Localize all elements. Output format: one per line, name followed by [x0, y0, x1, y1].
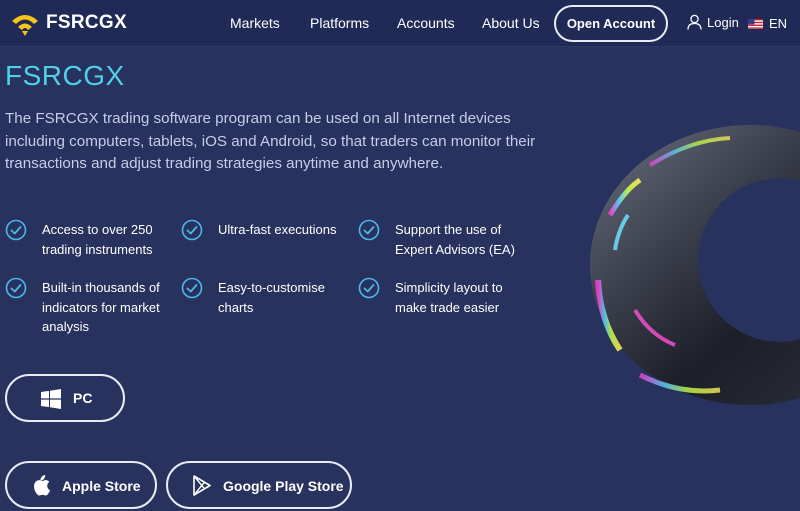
page-title: FSRCGX: [5, 60, 125, 91]
feature-line: make trade easier: [395, 299, 500, 315]
login-link[interactable]: Login: [687, 14, 739, 30]
feature-line: Support the use of: [395, 222, 502, 237]
feature-line: indicators for market: [42, 299, 160, 315]
feature-line: trading instruments: [42, 241, 153, 257]
pc-label: PC: [73, 390, 93, 406]
nav-markets[interactable]: Markets: [230, 15, 280, 31]
check-circle-icon: [181, 219, 203, 241]
language-selector[interactable]: EN: [748, 16, 787, 31]
feature-executions: Ultra-fast executions: [218, 220, 337, 240]
hero-description: The FSRCGX trading software program can …: [5, 110, 536, 172]
apple-store-button[interactable]: Apple Store: [5, 461, 157, 509]
feature-expert-advisors: Support the use of Expert Advisors (EA): [395, 220, 515, 259]
login-label: Login: [707, 14, 739, 30]
feature-indicators: Built-in thousands of indicators for mar…: [42, 278, 160, 337]
decorative-torus-image: [590, 125, 800, 405]
brand-name: FSRCGX: [46, 12, 127, 33]
feature-line: Built-in thousands of: [42, 280, 160, 295]
nav-about-us[interactable]: About Us: [482, 15, 540, 31]
feature-simplicity: Simplicity layout to make trade easier: [395, 278, 503, 317]
check-circle-icon: [5, 277, 27, 299]
logo-wifi-icon: [12, 15, 38, 36]
check-circle-icon: [181, 277, 203, 299]
feature-line: Simplicity layout to: [395, 280, 503, 295]
google-play-button[interactable]: Google Play Store: [166, 461, 352, 509]
apple-store-label: Apple Store: [62, 478, 141, 494]
language-label: EN: [769, 16, 788, 31]
check-circle-icon: [358, 219, 380, 241]
feature-line: Ultra-fast executions: [218, 222, 337, 237]
apple-icon: [34, 475, 51, 496]
feature-line: charts: [218, 299, 254, 315]
feature-charts: Easy-to-customise charts: [218, 278, 325, 317]
nav-platforms[interactable]: Platforms: [310, 15, 369, 31]
check-circle-icon: [5, 219, 27, 241]
windows-icon: [41, 389, 61, 409]
nav-accounts[interactable]: Accounts: [397, 15, 455, 31]
top-navbar: FSRCGX Markets Platforms Accounts About …: [0, 0, 800, 47]
pc-download-button[interactable]: PC: [5, 374, 125, 422]
open-account-label: Open Account: [566, 16, 656, 31]
feature-line: analysis: [42, 319, 89, 334]
feature-line: Easy-to-customise: [218, 280, 325, 295]
us-flag-icon: [748, 18, 763, 29]
open-account-button[interactable]: Open Account: [554, 5, 668, 42]
brand-logo[interactable]: FSRCGX: [10, 9, 127, 37]
feature-line: Expert Advisors (EA): [395, 241, 515, 257]
user-icon: [687, 14, 702, 30]
feature-instruments: Access to over 250 trading instruments: [42, 220, 153, 259]
google-play-icon: [193, 475, 211, 496]
feature-line: Access to over 250: [42, 222, 153, 237]
google-play-label: Google Play Store: [223, 478, 344, 494]
check-circle-icon: [358, 277, 380, 299]
